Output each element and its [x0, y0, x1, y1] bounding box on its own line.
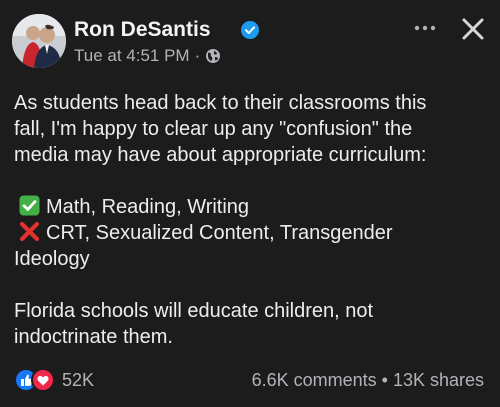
verified-badge-icon: [241, 21, 259, 39]
post-body: As students head back to their classroom…: [14, 90, 486, 376]
reactions-count[interactable]: 52K: [62, 370, 94, 391]
avatar-image: [12, 14, 66, 68]
post-timestamp[interactable]: Tue at 4:51 PM: [74, 46, 190, 66]
shares-count[interactable]: 13K shares: [393, 370, 484, 390]
author-name[interactable]: Ron DeSantis: [74, 18, 211, 42]
stats-separator: •: [381, 370, 388, 390]
post-text-line: indoctrinate them.: [14, 326, 173, 348]
close-icon[interactable]: [458, 14, 488, 44]
post-meta: Tue at 4:51 PM ·: [74, 46, 221, 66]
rejected-item: CRT, Sexualized Content, Transgender: [14, 220, 486, 246]
post-text-line: media may have about appropriate curricu…: [14, 144, 427, 166]
cross-mark-emoji-icon: [19, 221, 40, 242]
approved-subjects: Math, Reading, Writing: [46, 196, 250, 218]
post-footer: 52K 6.6K comments • 13K shares: [12, 366, 488, 394]
avatar[interactable]: [12, 14, 66, 68]
post-text-line: Florida schools will educate children, n…: [14, 300, 374, 322]
post-text-line: Ideology: [14, 248, 90, 270]
reactions-icon[interactable]: [14, 368, 56, 392]
engagement-stats: 6.6K comments • 13K shares: [252, 370, 484, 391]
comments-count[interactable]: 6.6K comments: [252, 370, 377, 390]
approved-item: Math, Reading, Writing: [14, 194, 486, 220]
post-text-line: fall, I'm happy to clear up any "confusi…: [14, 118, 413, 140]
post-header: Ron DeSantis Tue at 4:51 PM ·: [12, 14, 488, 70]
post-card: Ron DeSantis Tue at 4:51 PM · As student…: [0, 0, 500, 407]
post-intro-paragraph: As students head back to their classroom…: [14, 90, 486, 168]
check-mark-emoji-icon: [19, 195, 40, 216]
more-options-icon[interactable]: [410, 18, 440, 38]
post-closing-paragraph: Florida schools will educate children, n…: [14, 298, 486, 350]
post-list-paragraph: Math, Reading, Writing CRT, Sexualized C…: [14, 194, 486, 272]
post-text-line: As students head back to their classroom…: [14, 92, 427, 114]
globe-icon: [206, 49, 221, 63]
rejected-subjects: CRT, Sexualized Content, Transgender: [46, 222, 393, 244]
meta-separator: ·: [194, 46, 201, 65]
